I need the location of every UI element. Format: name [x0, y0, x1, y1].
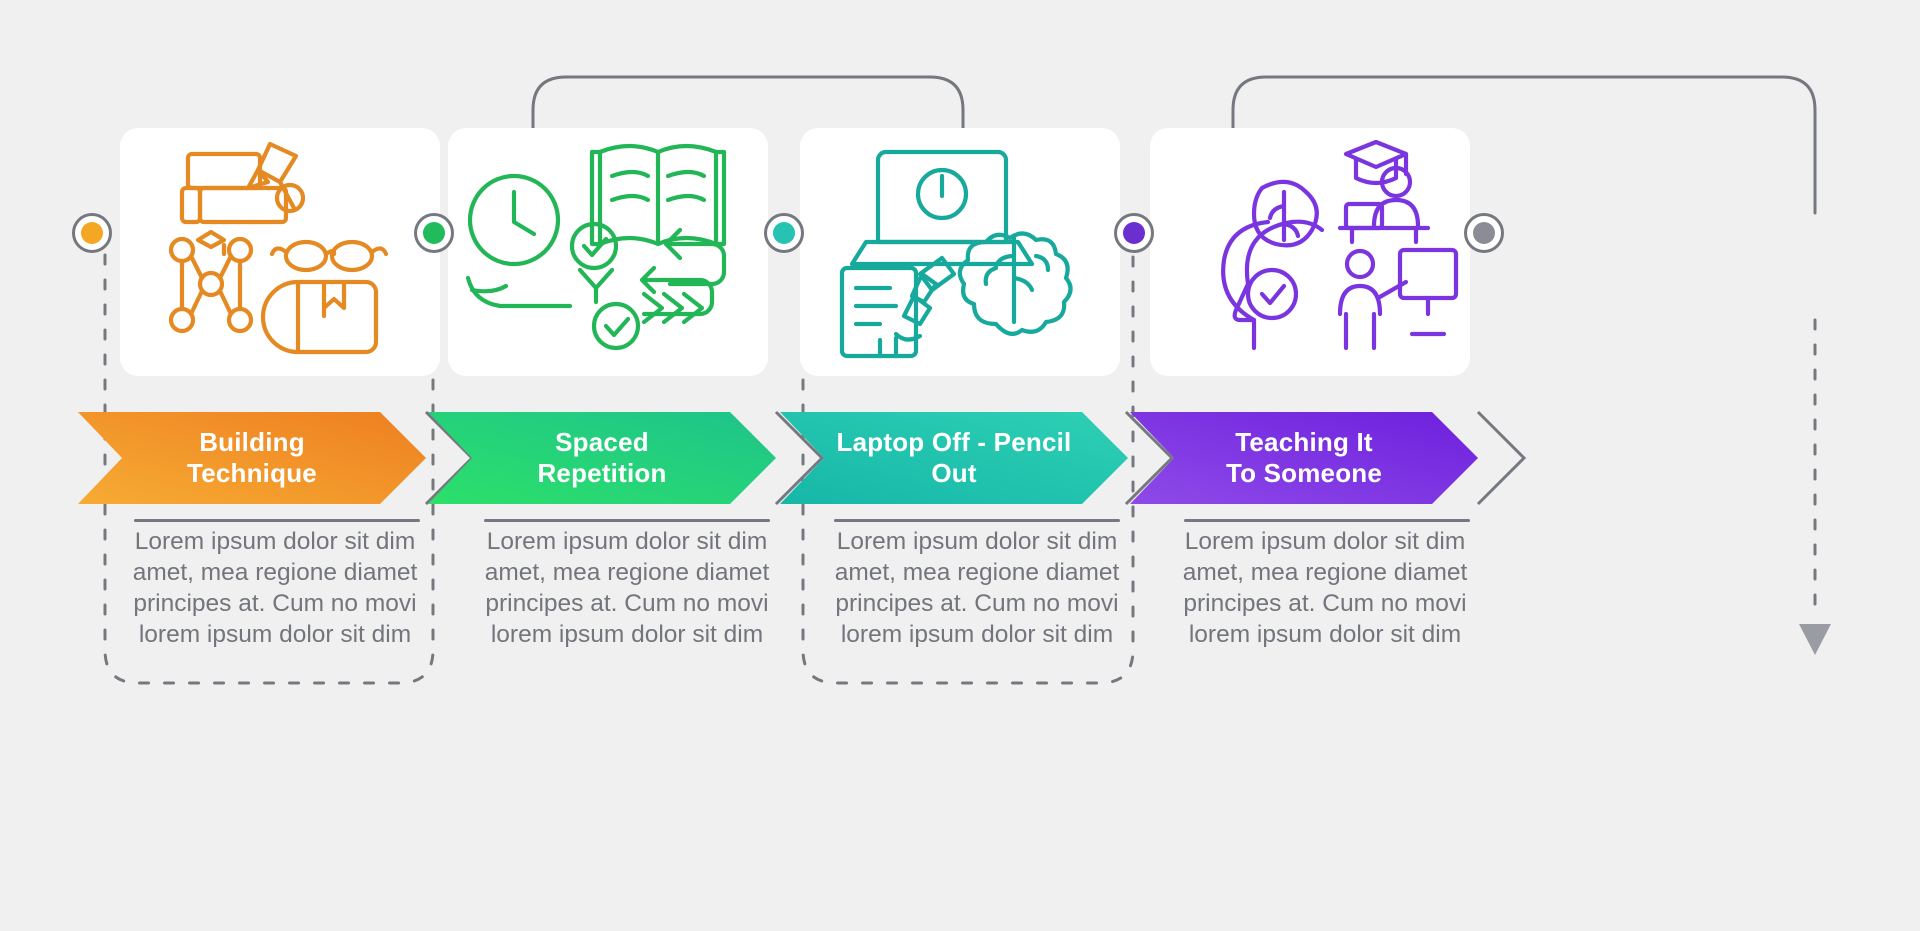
- step-banner-3[interactable]: Laptop Off - Pencil Out: [780, 412, 1128, 504]
- timeline-dot-2[interactable]: [414, 213, 454, 253]
- step-body-2: Lorem ipsum dolor sit dim amet, mea regi…: [484, 528, 770, 649]
- step-body-4: Lorem ipsum dolor sit dim amet, mea regi…: [1182, 528, 1468, 649]
- icon-card-2: [448, 128, 768, 376]
- brain-head-teacher-graduation-icon: [1221, 139, 1459, 351]
- divider-rule-4: [1184, 519, 1470, 522]
- icon-card-3: [800, 128, 1120, 376]
- icon-card-1: [120, 128, 440, 376]
- divider-rule-2: [484, 519, 770, 522]
- step-title-1-line1: Building: [199, 427, 305, 458]
- divider-rule-3: [834, 519, 1120, 522]
- step-body-3: Lorem ipsum dolor sit dim amet, mea regi…: [834, 528, 1120, 649]
- divider-rule-1: [134, 519, 420, 522]
- timeline-dot-end-core: [1473, 222, 1495, 244]
- step-body-1: Lorem ipsum dolor sit dim amet, mea regi…: [132, 528, 418, 649]
- step-title-2-line1: Spaced: [555, 427, 649, 458]
- timeline-dot-4[interactable]: [1114, 213, 1154, 253]
- step-title-3-line1: Laptop Off - Pencil: [836, 427, 1072, 458]
- books-graduation-network-glasses-icon: [168, 141, 389, 355]
- down-triangle-arrow-icon: [1799, 624, 1831, 655]
- step-banner-4[interactable]: Teaching It To Someone: [1130, 412, 1478, 504]
- step-title-1-line2: Technique: [187, 458, 317, 488]
- timeline-dot-3[interactable]: [764, 213, 804, 253]
- laptop-power-notepad-brain-icon: [839, 149, 1073, 359]
- step-title-3-line2: Out: [931, 458, 977, 488]
- timeline-dot-3-core: [773, 222, 795, 244]
- book-clock-repeat-checkmark-icon: [465, 143, 727, 351]
- timeline-dot-end[interactable]: [1464, 213, 1504, 253]
- step-title-3: Laptop Off - Pencil Out: [780, 412, 1128, 504]
- infographic-canvas: Building Technique Spaced Repetition Lap…: [0, 0, 1920, 931]
- timeline-dot-1-core: [81, 222, 103, 244]
- step-title-1: Building Technique: [78, 412, 426, 504]
- timeline-dot-4-core: [1123, 222, 1145, 244]
- icon-card-4: [1150, 128, 1470, 376]
- step-title-2: Spaced Repetition: [428, 412, 776, 504]
- step-title-4: Teaching It To Someone: [1130, 412, 1478, 504]
- step-banner-1[interactable]: Building Technique: [78, 412, 426, 504]
- step-title-4-line1: Teaching It: [1235, 427, 1373, 458]
- timeline-dot-1[interactable]: [72, 213, 112, 253]
- step-title-2-line2: Repetition: [537, 458, 667, 488]
- step-banner-2[interactable]: Spaced Repetition: [428, 412, 776, 504]
- step-title-4-line2: To Someone: [1225, 458, 1383, 488]
- timeline-dot-2-core: [423, 222, 445, 244]
